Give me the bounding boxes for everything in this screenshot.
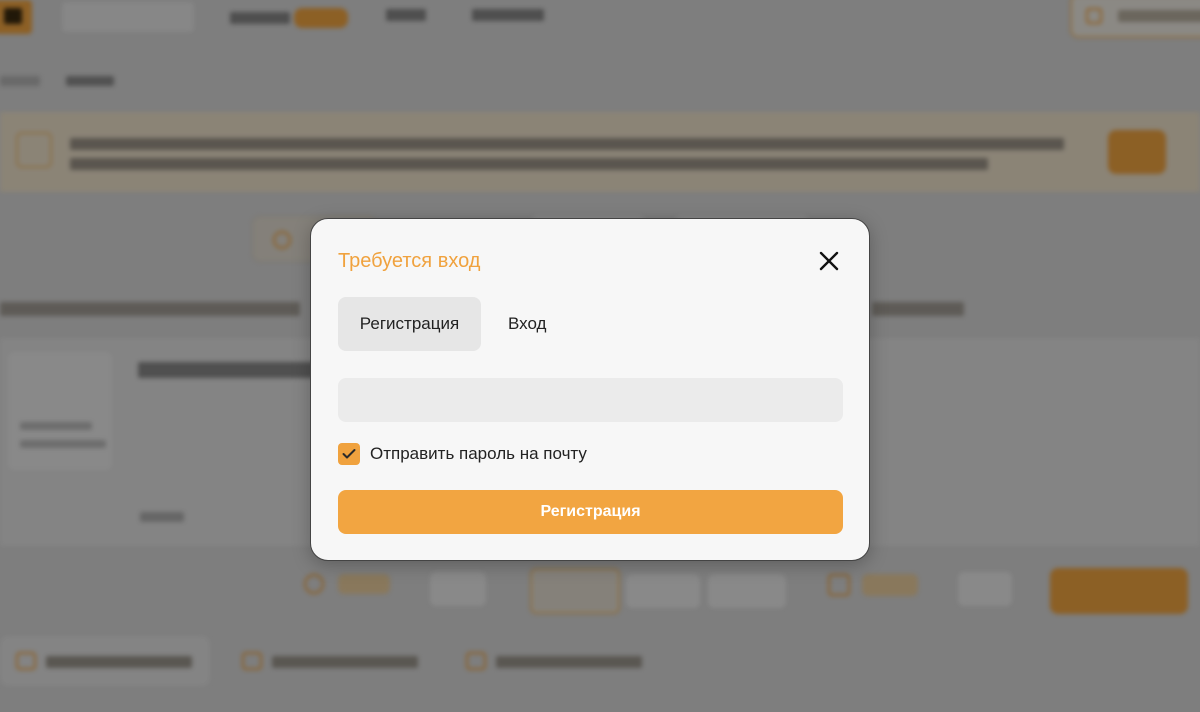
- email-field[interactable]: [338, 378, 843, 422]
- send-password-label: Отправить пароль на почту: [370, 444, 587, 463]
- close-button[interactable]: [815, 247, 843, 275]
- modal-title: Требуется вход: [338, 250, 481, 272]
- close-icon: [819, 251, 839, 271]
- tab-login[interactable]: Вход: [508, 297, 546, 351]
- check-icon: [342, 449, 356, 459]
- login-required-modal: Требуется вход Регистрация Вход Отправит…: [310, 218, 870, 561]
- send-password-checkbox[interactable]: [338, 443, 360, 465]
- register-button[interactable]: Регистрация: [338, 490, 843, 534]
- tab-registration[interactable]: Регистрация: [338, 297, 481, 351]
